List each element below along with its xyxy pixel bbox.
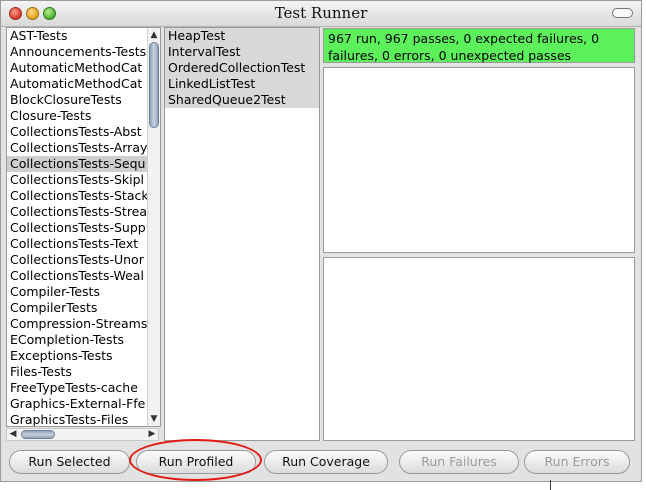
package-list-item[interactable]: AST-Tests xyxy=(7,28,149,44)
packages-list[interactable]: AST-Tests Announcements-Tests AutomaticMet… xyxy=(6,27,161,427)
package-list-item[interactable]: CollectionsTests-Text xyxy=(7,236,149,252)
errors-list[interactable] xyxy=(323,257,635,441)
package-list-item[interactable]: Graphics-External-Ffe xyxy=(7,396,149,412)
scroll-left-icon[interactable]: ◀ xyxy=(7,429,19,440)
test-results-status: 967 run, 967 passes, 0 expected failures… xyxy=(323,28,635,63)
packages-list-items: AST-Tests Announcements-Tests AutomaticMet… xyxy=(7,28,149,426)
test-classes-list-items: HeapTest IntervalTest OrderedCollectionTes… xyxy=(165,28,319,108)
scroll-right-icon[interactable]: ▶ xyxy=(146,429,158,440)
scroll-up-icon[interactable]: ▲ xyxy=(148,29,160,41)
package-list-item[interactable]: CollectionsTests-Array xyxy=(7,140,149,156)
test-class-list-item[interactable]: IntervalTest xyxy=(165,44,319,60)
package-list-item[interactable]: CompilerTests xyxy=(7,300,149,316)
package-list-item[interactable]: Compiler-Tests xyxy=(7,284,149,300)
package-list-item[interactable]: AutomaticMethodCat xyxy=(7,60,149,76)
package-list-item[interactable]: BlockClosureTests xyxy=(7,92,149,108)
test-class-list-item[interactable]: LinkedListTest xyxy=(165,76,319,92)
run-errors-button[interactable]: Run Errors xyxy=(524,450,630,474)
cursor-mark xyxy=(550,480,551,490)
window-title: Test Runner xyxy=(274,4,368,22)
package-list-item[interactable]: CollectionsTests-Sequ xyxy=(7,156,149,172)
package-list-item[interactable]: Files-Tests xyxy=(7,364,149,380)
package-list-item[interactable]: CollectionsTests-Unor xyxy=(7,252,149,268)
packages-hscroll-thumb[interactable] xyxy=(21,430,55,439)
package-list-item[interactable]: CollectionsTests-Abst xyxy=(7,124,149,140)
run-failures-button[interactable]: Run Failures xyxy=(399,450,519,474)
test-class-list-item[interactable]: OrderedCollectionTest xyxy=(165,60,319,76)
package-list-item[interactable]: ECompletion-Tests xyxy=(7,332,149,348)
failures-list[interactable] xyxy=(323,67,635,253)
package-list-item[interactable]: CollectionsTests-Stack xyxy=(7,188,149,204)
run-coverage-button[interactable]: Run Coverage xyxy=(264,450,388,474)
packages-horizontal-scrollbar[interactable]: ◀ ▶ xyxy=(6,428,159,441)
package-list-item[interactable]: CollectionsTests-Supp xyxy=(7,220,149,236)
packages-scroll-thumb[interactable] xyxy=(149,42,159,128)
package-list-item[interactable]: GraphicsTests-Files xyxy=(7,412,149,426)
package-list-item[interactable]: Compression-Streams xyxy=(7,316,149,332)
package-list-item[interactable]: Closure-Tests xyxy=(7,108,149,124)
run-selected-button[interactable]: Run Selected xyxy=(9,450,130,474)
package-list-item[interactable]: CollectionsTests-Strea xyxy=(7,204,149,220)
packages-vertical-scrollbar[interactable]: ▲ ▼ xyxy=(147,28,160,426)
package-list-item[interactable]: AutomaticMethodCat xyxy=(7,76,149,92)
package-list-item[interactable]: Announcements-Tests xyxy=(7,44,149,60)
package-list-item[interactable]: FreeTypeTests-cache xyxy=(7,380,149,396)
package-list-item[interactable]: Exceptions-Tests xyxy=(7,348,149,364)
title-bar[interactable]: Test Runner xyxy=(1,1,641,27)
package-list-item[interactable]: CollectionsTests-Weal xyxy=(7,268,149,284)
run-profiled-button[interactable]: Run Profiled xyxy=(136,450,256,474)
scroll-down-icon[interactable]: ▼ xyxy=(148,413,160,425)
package-list-item[interactable]: CollectionsTests-Skipl xyxy=(7,172,149,188)
test-runner-window: Test Runner AST-Tests Announcements-Tests… xyxy=(0,0,642,482)
test-class-list-item[interactable]: SharedQueue2Test xyxy=(165,92,319,108)
test-class-list-item[interactable]: HeapTest xyxy=(165,28,319,44)
collapse-pill-icon[interactable] xyxy=(612,8,633,18)
test-classes-list[interactable]: HeapTest IntervalTest OrderedCollectionTes… xyxy=(164,27,320,441)
